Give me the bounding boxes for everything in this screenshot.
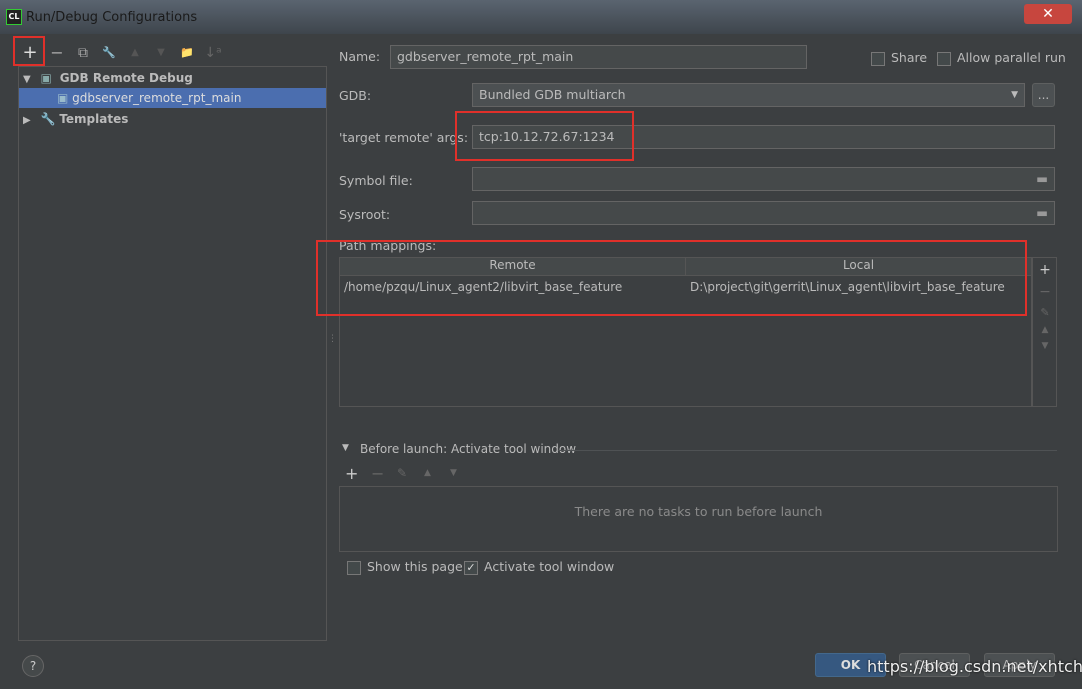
app-logo: CL (6, 9, 22, 25)
move-up-icon[interactable]: ▲ (424, 468, 431, 478)
close-button[interactable]: ✕ (1024, 4, 1072, 24)
mappings-side-toolbar: + − ✎ ▲ ▼ (1032, 257, 1057, 407)
wrench-icon[interactable]: 🔧 (100, 44, 118, 62)
tree-group-label: GDB Remote Debug (59, 71, 193, 85)
edit-task-icon[interactable]: ✎ (397, 466, 407, 480)
copy-icon[interactable]: ⧉ (74, 44, 92, 62)
move-down-icon[interactable]: ▼ (450, 468, 457, 478)
splitter-handle[interactable]: ⋮ (328, 334, 337, 344)
wrench-icon: 🔧 (40, 112, 56, 126)
symbol-file-label: Symbol file: (339, 173, 413, 188)
name-field[interactable]: gdbserver_remote_rpt_main (390, 45, 807, 69)
gdb-label: GDB: (339, 88, 372, 103)
tree-templates[interactable]: ▶ 🔧 Templates (19, 109, 326, 129)
add-icon[interactable]: + (1038, 262, 1052, 278)
gdb-select[interactable]: Bundled GDB multiarch ▼ (472, 83, 1025, 107)
tree-group-gdb-remote[interactable]: ▼ ▣ GDB Remote Debug (19, 68, 326, 88)
gdb-browse-button[interactable]: ... (1032, 83, 1055, 107)
window-title: Run/Debug Configurations (26, 10, 198, 25)
folder-icon[interactable]: ▬ (1036, 202, 1048, 224)
tasks-list: There are no tasks to run before launch (339, 486, 1058, 552)
config-tree: ▼ ▣ GDB Remote Debug ▣ gdbserver_remote_… (18, 66, 327, 641)
add-task-icon[interactable]: + (345, 464, 358, 483)
folder-add-icon[interactable]: 📁 (178, 44, 196, 62)
name-label: Name: (339, 49, 381, 64)
collapse-icon[interactable]: ▼ (342, 443, 349, 453)
sysroot-field[interactable]: ▬ (472, 201, 1055, 225)
remove-icon[interactable]: − (1038, 284, 1052, 300)
highlight-mappings (316, 240, 1027, 316)
move-up-icon[interactable]: ▲ (1038, 325, 1052, 335)
before-launch-title[interactable]: Before launch: Activate tool window (360, 442, 576, 456)
templates-label: Templates (59, 112, 129, 126)
divider (558, 450, 1057, 451)
edit-icon[interactable]: ✎ (1038, 306, 1052, 319)
sysroot-label: Sysroot: (339, 207, 391, 222)
help-button[interactable]: ? (22, 655, 44, 677)
activate-tool-window-checkbox[interactable]: ✓ Activate tool window (464, 559, 614, 575)
add-icon[interactable]: + (21, 44, 39, 62)
title-bar: CL Run/Debug Configurations ✕ (0, 0, 1082, 34)
sort-icon[interactable]: ↓ᵃ (204, 44, 222, 62)
folder-icon[interactable]: ▬ (1036, 168, 1048, 190)
remove-icon[interactable]: − (48, 44, 66, 62)
move-up-icon[interactable]: ▲ (126, 44, 144, 62)
move-down-icon[interactable]: ▼ (1038, 341, 1052, 351)
watermark: https://blog.csdn.net/xhtchina (867, 657, 1082, 676)
symbol-file-field[interactable]: ▬ (472, 167, 1055, 191)
allow-parallel-checkbox[interactable]: Allow parallel run (937, 50, 1066, 66)
highlight-target (455, 111, 634, 161)
move-down-icon[interactable]: ▼ (152, 44, 170, 62)
tree-item-config[interactable]: ▣ gdbserver_remote_rpt_main (19, 88, 326, 108)
tree-item-label: gdbserver_remote_rpt_main (72, 91, 242, 105)
target-remote-label: 'target remote' args: (339, 130, 469, 145)
show-page-checkbox[interactable]: Show this page (347, 559, 463, 575)
remove-task-icon[interactable]: − (371, 464, 384, 483)
share-checkbox[interactable]: Share (871, 50, 927, 66)
